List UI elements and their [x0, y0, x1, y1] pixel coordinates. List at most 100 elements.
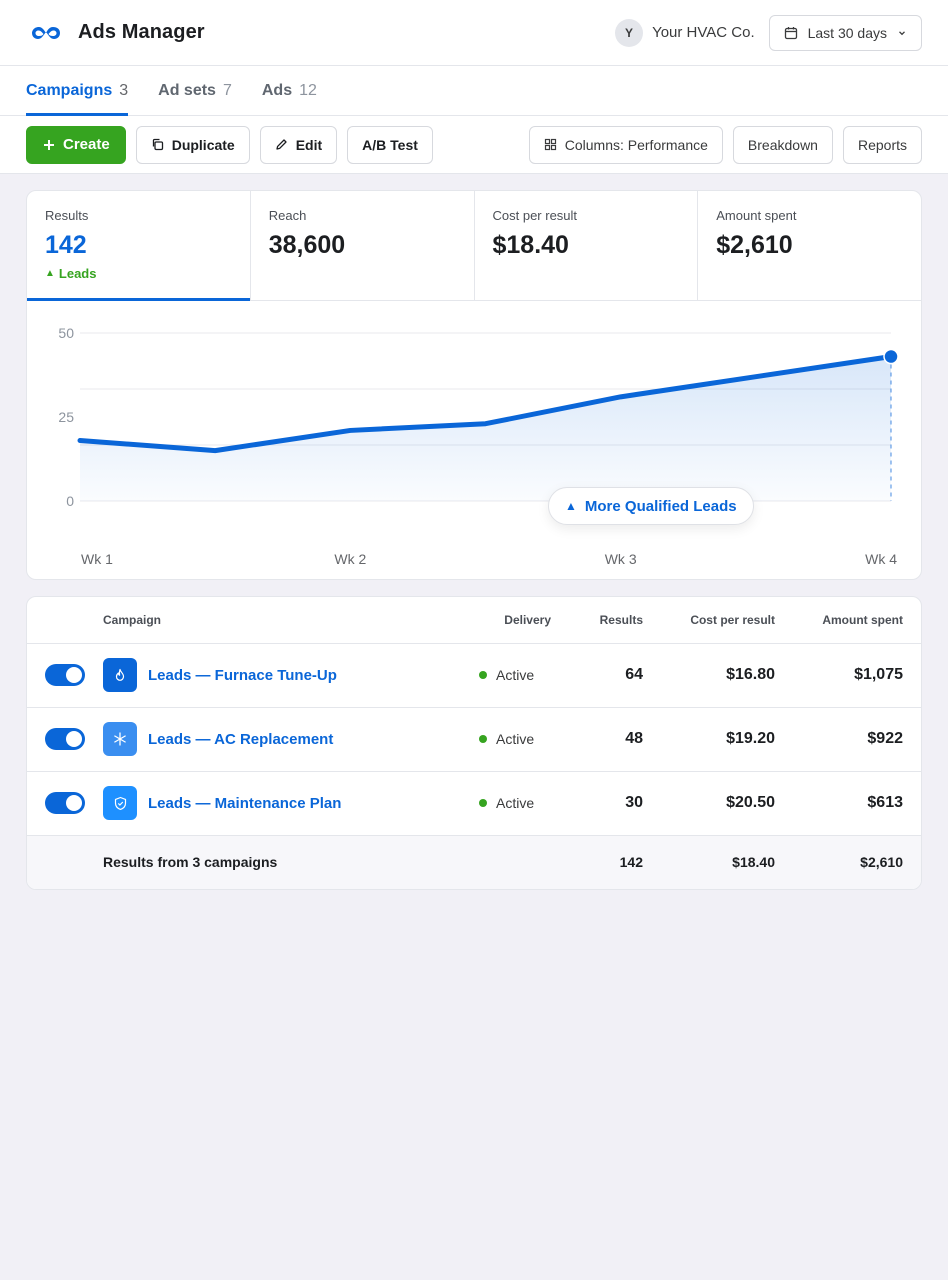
campaign-toggle[interactable]: [45, 664, 85, 686]
toggle-knob: [66, 795, 82, 811]
metric-value: 38,600: [268, 231, 346, 259]
campaign-name-link[interactable]: Leads — AC Replacement: [148, 731, 333, 748]
metric-cost-per-result[interactable]: Cost per result $18.40: [475, 191, 699, 300]
status-badge: Active: [496, 795, 535, 811]
app-title: Ads Manager: [78, 21, 205, 43]
table-header-row: Campaign Delivery Results Cost per resul…: [27, 597, 921, 644]
status-dot: [479, 735, 487, 743]
tab-campaigns[interactable]: Campaigns 3: [26, 66, 129, 116]
toggle-cell: [27, 643, 103, 708]
chart-annotation: ▲ More Qualified Leads: [548, 487, 754, 525]
edit-button[interactable]: Edit: [259, 125, 338, 164]
performance-card: Results 142 ▲ Leads Reach 38,600 Cost pe…: [26, 190, 922, 580]
delivery-cell: Active: [449, 643, 569, 708]
breakdown-button[interactable]: Breakdown: [732, 125, 833, 164]
tab-label: Campaigns: [26, 81, 113, 99]
account-switcher[interactable]: Y Your HVAC Co.: [615, 18, 755, 47]
campaign-toggle[interactable]: [45, 792, 85, 814]
triangle-up-icon: ▲: [45, 268, 55, 279]
campaigns-table: Campaign Delivery Results Cost per resul…: [27, 597, 921, 889]
reports-button[interactable]: Reports: [842, 125, 922, 164]
table-row: Leads — AC Replacement Active 48 $19.20 …: [27, 707, 921, 772]
metric-label: Cost per result: [492, 208, 578, 223]
create-button[interactable]: Create: [26, 125, 126, 164]
tab-label: Ads: [261, 81, 293, 99]
y-tick-label: 50: [58, 325, 74, 341]
chart-annotation-label: More Qualified Leads: [584, 497, 737, 515]
results-cell: 48: [569, 707, 661, 772]
columns-label: Columns: Performance: [564, 136, 708, 153]
total-blank-cell: [27, 835, 103, 889]
campaign-name-link[interactable]: Leads — Maintenance Plan: [148, 795, 341, 812]
header-campaign[interactable]: Campaign: [103, 597, 449, 644]
top-bar: Ads Manager Y Your HVAC Co. Last 30 days: [0, 0, 948, 66]
toggle-cell: [27, 771, 103, 836]
shield-icon: [103, 786, 137, 820]
triangle-up-icon: ▲: [565, 499, 577, 513]
tab-ad-sets[interactable]: Ad sets 7: [158, 66, 232, 115]
avatar: Y: [615, 18, 644, 47]
ab-test-button[interactable]: A/B Test: [347, 125, 433, 164]
total-results: 142: [569, 835, 661, 889]
account-name: Your HVAC Co.: [652, 24, 755, 41]
metric-label: Results: [45, 208, 89, 223]
table-total-row: Results from 3 campaigns 142 $18.40 $2,6…: [27, 835, 921, 889]
metric-results[interactable]: Results 142 ▲ Leads: [27, 191, 251, 301]
duplicate-label: Duplicate: [171, 136, 235, 153]
metric-sub: ▲ Leads: [45, 266, 232, 281]
campaign-cell: Leads — Furnace Tune-Up: [103, 643, 449, 708]
x-tick-label: Wk 2: [334, 551, 366, 567]
pencil-icon: [275, 138, 288, 151]
header-cost[interactable]: Cost per result: [661, 597, 793, 644]
table-row: Leads — Maintenance Plan Active 30 $20.5…: [27, 771, 921, 836]
metric-value: $2,610: [716, 231, 793, 259]
status-badge: Active: [496, 731, 535, 747]
campaign-toggle[interactable]: [45, 728, 85, 750]
metric-reach[interactable]: Reach 38,600: [251, 191, 475, 300]
results-cell: 64: [569, 643, 661, 708]
metric-sub-label: Leads: [58, 266, 97, 281]
header-spent[interactable]: Amount spent: [793, 597, 921, 644]
campaigns-table-card: Campaign Delivery Results Cost per resul…: [26, 596, 922, 890]
toggle-cell: [27, 707, 103, 772]
total-spent: $2,610: [793, 835, 921, 889]
meta-logo-icon[interactable]: [30, 23, 62, 43]
results-chart-svg: 0 25 50 Wk 1 Wk 2 Wk 3 Wk 4: [58, 325, 899, 567]
breakdown-label: Breakdown: [747, 136, 818, 153]
ab-test-label: A/B Test: [362, 136, 418, 153]
columns-button[interactable]: Columns: Performance: [528, 125, 723, 164]
metric-amount-spent[interactable]: Amount spent $2,610: [698, 191, 921, 300]
x-tick-label: Wk 1: [81, 551, 113, 567]
chevron-down-icon: [897, 28, 907, 38]
toolbar: Create Duplicate Edit A/B Test Columns: …: [0, 116, 948, 174]
grid-icon: [544, 138, 557, 151]
plus-icon: [43, 139, 55, 151]
spent-cell: $613: [793, 771, 921, 836]
tab-count: 7: [222, 81, 232, 99]
chart-area: [80, 356, 891, 501]
x-tick-label: Wk 3: [605, 551, 637, 567]
table-row: Leads — Furnace Tune-Up Active 64 $16.80…: [27, 643, 921, 708]
header-delivery[interactable]: Delivery: [449, 597, 569, 644]
delivery-cell: Active: [449, 771, 569, 836]
metric-value: 142: [45, 231, 87, 259]
cost-cell: $20.50: [661, 771, 793, 836]
header-toggle: [27, 597, 103, 644]
metric-label: Amount spent: [716, 208, 797, 223]
toggle-knob: [66, 731, 82, 747]
header-results[interactable]: Results: [569, 597, 661, 644]
campaign-name-link[interactable]: Leads — Furnace Tune-Up: [148, 667, 337, 684]
flame-icon: [103, 658, 137, 692]
metric-value: $18.40: [492, 231, 569, 259]
metric-tiles: Results 142 ▲ Leads Reach 38,600 Cost pe…: [27, 191, 921, 301]
total-delivery-cell: [449, 835, 569, 889]
calendar-icon: [784, 26, 798, 40]
tab-ads[interactable]: Ads 12: [262, 66, 317, 115]
chart-point: [883, 348, 899, 365]
duplicate-button[interactable]: Duplicate: [135, 125, 250, 164]
delivery-cell: Active: [449, 707, 569, 772]
date-range-button[interactable]: Last 30 days: [768, 14, 922, 51]
status-badge: Active: [496, 667, 535, 683]
x-tick-label: Wk 4: [865, 551, 897, 567]
copy-icon: [151, 138, 164, 151]
